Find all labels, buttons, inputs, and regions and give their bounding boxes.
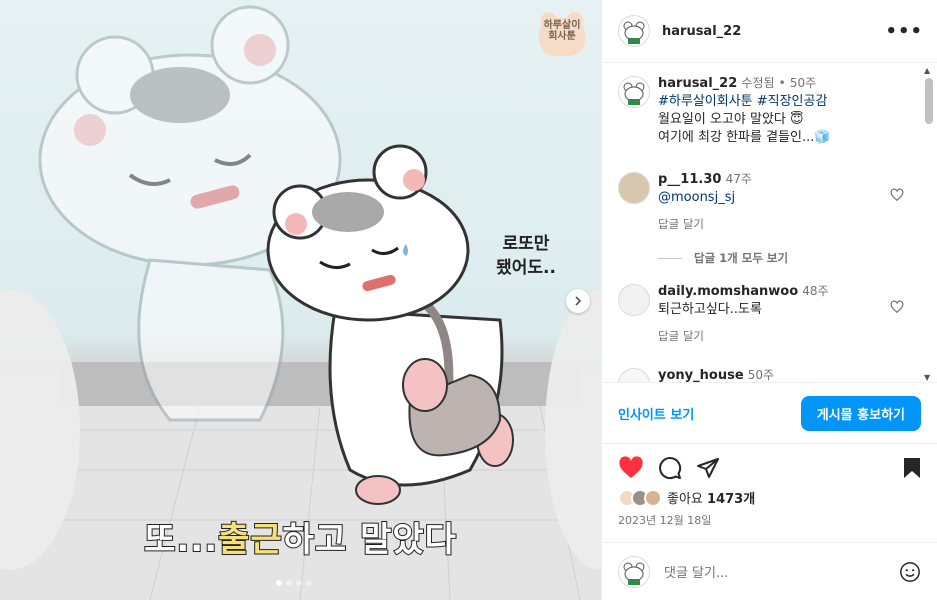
- avatar: [618, 555, 650, 588]
- comment-age: 47주: [725, 172, 752, 186]
- author-caption: harusal_22 수정됨 • 50주 #하루살이회사툰 #직장인공감 월요일…: [602, 74, 922, 147]
- speech-bubble: 로또만 됐어도..: [496, 234, 556, 278]
- separator: •: [778, 76, 786, 90]
- next-slide-button[interactable]: [566, 289, 590, 313]
- smiley-icon: [900, 561, 920, 582]
- likes-label: 좋아요: [667, 492, 703, 507]
- carousel-dot: [306, 580, 312, 586]
- avatar[interactable]: [618, 172, 650, 204]
- post-header: harusal_22 •••: [602, 0, 937, 63]
- header-username[interactable]: harusal_22: [662, 24, 885, 39]
- avatar[interactable]: [618, 284, 650, 316]
- carousel-dots: [276, 580, 312, 586]
- avatar[interactable]: [618, 15, 650, 47]
- image-caption: 또...출근하고 말았다: [143, 519, 457, 561]
- comment-item: yony_house 50주: [602, 366, 922, 382]
- comment-button[interactable]: [658, 456, 682, 480]
- reply-button[interactable]: 답글 달기: [658, 215, 902, 233]
- bear-avatar-icon: [623, 82, 645, 105]
- save-button[interactable]: [902, 457, 922, 479]
- carousel-dot: [276, 580, 282, 586]
- likes-summary[interactable]: 좋아요 1473개: [618, 488, 755, 507]
- hashtags[interactable]: #하루살이회사툰 #직장인공감: [658, 93, 902, 111]
- liker-avatars: [618, 488, 662, 507]
- edited-label: 수정됨: [741, 76, 775, 90]
- comment-username[interactable]: yony_house: [658, 368, 744, 382]
- bear-avatar-icon: [623, 21, 645, 44]
- carousel-dot: [286, 580, 292, 586]
- heart-outline-icon[interactable]: [890, 188, 904, 202]
- bear-avatar-icon: [623, 562, 645, 585]
- promo-bar: 인사이트 보기 게시물 홍보하기: [602, 382, 937, 444]
- avatar: [644, 488, 662, 507]
- heart-filled-icon: [619, 456, 643, 478]
- caption-age: 50주: [789, 76, 817, 90]
- comment-username[interactable]: daily.momshanwoo: [658, 284, 798, 299]
- chevron-right-icon: [575, 296, 582, 306]
- comment-item: p__11.30 47주 @moonsj_sj 답글 달기: [602, 170, 922, 233]
- avatar[interactable]: [618, 76, 650, 108]
- scrollbar-thumb[interactable]: [925, 78, 933, 124]
- comment-item: daily.momshanwoo 48주 퇴근하고싶다..도록 답글 달기: [602, 282, 922, 345]
- caption-line-1: 월요일이 오고야 말았다 😇: [658, 112, 804, 127]
- reply-button[interactable]: 답글 달기: [658, 327, 902, 345]
- like-button[interactable]: [618, 456, 644, 480]
- carousel-dot: [296, 580, 302, 586]
- heart-outline-icon[interactable]: [890, 300, 904, 314]
- brand-logo-text: 하루살이 회사툰: [543, 20, 581, 42]
- scroll-down-icon[interactable]: ▼: [924, 373, 930, 382]
- view-insights-link[interactable]: 인사이트 보기: [618, 404, 694, 423]
- view-replies-label: 답글 1개 모두 보기: [694, 251, 789, 265]
- comment-mention[interactable]: @moonsj_sj: [658, 189, 902, 207]
- caption-line-2: 여기에 최강 한파를 곁들인...🧊: [658, 130, 831, 145]
- emoji-button[interactable]: [899, 561, 921, 583]
- comments-list[interactable]: harusal_22 수정됨 • 50주 #하루살이회사툰 #직장인공감 월요일…: [602, 64, 937, 382]
- scroll-up-icon[interactable]: ▲: [924, 66, 930, 75]
- post-dialog: 하루살이 회사툰 로또만 됐어도.. 또...출근하고 말았다 harusal_…: [0, 0, 937, 600]
- post-image[interactable]: 하루살이 회사툰 로또만 됐어도.. 또...출근하고 말았다: [0, 0, 601, 600]
- more-options-icon[interactable]: •••: [885, 21, 923, 42]
- divider: [658, 257, 682, 259]
- comment-age: 50주: [747, 368, 775, 382]
- avatar[interactable]: [618, 368, 650, 382]
- post-sidebar: harusal_22 ••• harusal_22 수정됨 • 50주 #하루살…: [601, 0, 937, 600]
- view-replies-button[interactable]: 답글 1개 모두 보기: [658, 250, 788, 266]
- boost-post-button[interactable]: 게시물 홍보하기: [800, 395, 921, 431]
- comments-scrollbar[interactable]: ▲ ▼: [923, 66, 935, 382]
- comment-input[interactable]: 댓글 달기...: [664, 562, 899, 581]
- post-date: 2023년 12월 18일: [618, 514, 712, 527]
- caption-username[interactable]: harusal_22: [658, 76, 737, 91]
- send-icon: [697, 458, 719, 478]
- comic-illustration: [0, 5, 601, 600]
- comment-age: 48주: [802, 284, 829, 298]
- comment-bubble-icon: [659, 457, 682, 480]
- likes-count: 1473개: [707, 492, 756, 507]
- add-comment-bar: 댓글 달기...: [602, 542, 937, 600]
- share-button[interactable]: [696, 456, 720, 480]
- action-bar: [618, 454, 922, 482]
- bookmark-filled-icon: [904, 458, 920, 478]
- comment-username[interactable]: p__11.30: [658, 172, 721, 187]
- comment-text: 퇴근하고싶다..도록: [658, 302, 762, 317]
